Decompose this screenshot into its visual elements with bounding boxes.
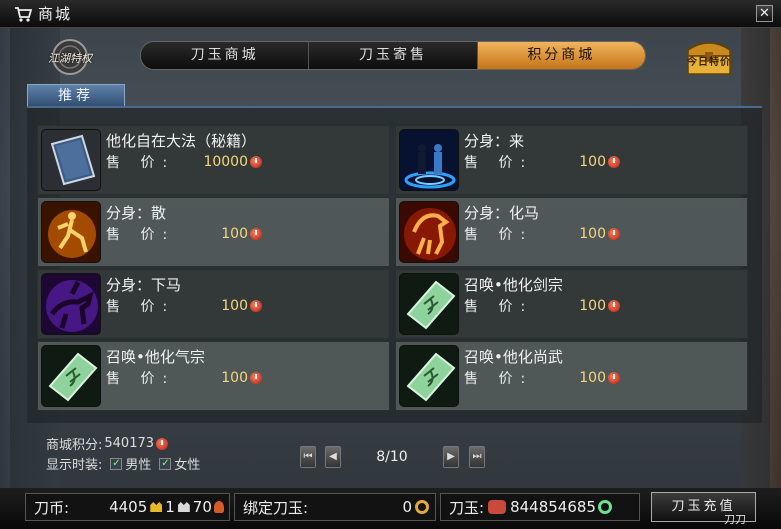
male-checkbox[interactable]: ✓ — [110, 457, 123, 470]
jade-label: 刀玉: — [449, 498, 485, 517]
clone-disperse-icon — [41, 201, 101, 263]
item-price: 100 — [221, 370, 248, 386]
item-name: 召唤•他化气宗 — [106, 348, 205, 366]
window-title: 商城 — [38, 5, 73, 23]
page-indicator: 8/10 — [376, 449, 408, 465]
recharge-ring-icon — [597, 500, 612, 514]
silver-value: 1 — [165, 498, 175, 516]
close-button[interactable]: ✕ — [756, 5, 773, 22]
shop-item[interactable]: 分身：化马 售 价: 100 — [395, 197, 748, 267]
price-label: 售 价: — [464, 371, 534, 387]
bound-jade-balance: 绑定刀玉: 0 — [234, 493, 436, 521]
coin-label: 刀币: — [34, 498, 70, 517]
price-label: 售 价: — [464, 227, 534, 243]
points-coin-icon — [608, 156, 620, 168]
points-coin-icon — [250, 300, 262, 312]
jade-balance: 刀玉: 844854685 — [440, 493, 640, 521]
item-name: 召唤•他化尚武 — [464, 348, 563, 366]
shop-points-label: 商城积分: — [46, 438, 103, 453]
dismount-icon — [41, 273, 101, 335]
bound-jade-value: 0 — [402, 498, 412, 516]
item-price: 10000 — [203, 154, 248, 170]
coin-balance: 刀币: 4405 1 70 — [25, 493, 230, 521]
bound-jade-label: 绑定刀玉: — [243, 498, 309, 517]
item-grid: 他化自在大法（秘籍） 售 价: 10000 分身：来 售 价: 100 分身：散… — [37, 125, 750, 412]
privilege-emblem[interactable]: 江湖特权 — [42, 37, 98, 81]
item-name: 分身：来 — [464, 132, 525, 150]
item-name: 分身：化马 — [464, 204, 540, 222]
clone-summon-icon — [399, 129, 459, 191]
shopping-cart-icon — [14, 6, 32, 22]
points-coin-icon — [608, 372, 620, 384]
bound-jade-icon — [415, 500, 429, 514]
tab-points-shop[interactable]: 积分商城 — [477, 42, 645, 69]
book-icon — [41, 129, 101, 191]
scroll-icon — [41, 345, 101, 407]
jade-currency-icon — [488, 500, 507, 514]
display-fashion: 显示时装: ✓ 男性 ✓ 女性 — [46, 454, 200, 473]
shop-item[interactable]: 分身：散 售 价: 100 — [37, 197, 390, 267]
item-price: 100 — [221, 226, 248, 242]
shop-item[interactable]: 分身：下马 售 价: 100 — [37, 269, 390, 339]
tab-jade-consignment[interactable]: 刀玉寄售 — [309, 42, 478, 69]
item-name: 他化自在大法（秘籍） — [106, 132, 257, 150]
scroll-icon — [399, 273, 459, 335]
first-page-button[interactable]: ⏮ — [300, 446, 316, 468]
shop-points: 商城积分: 540173 — [46, 434, 169, 453]
shop-item[interactable]: 召唤•他化尚武 售 价: 100 — [395, 341, 748, 411]
last-page-button[interactable]: ⏭ — [469, 446, 485, 468]
points-coin-icon — [608, 228, 620, 240]
price-label: 售 价: — [106, 299, 176, 315]
item-price: 100 — [579, 298, 606, 314]
pagination: ⏮ ◀ 8/10 ▶ ⏭ — [298, 446, 488, 468]
points-coin-icon — [250, 156, 262, 168]
tab-recommended[interactable]: 推荐 — [27, 84, 125, 107]
points-coin-icon — [156, 437, 169, 450]
price-label: 售 价: — [464, 299, 534, 315]
shop-item[interactable]: 召唤•他化气宗 售 价: 100 — [37, 341, 390, 411]
silver-icon — [177, 502, 190, 512]
price-label: 售 价: — [464, 155, 534, 171]
female-label: 女性 — [174, 458, 201, 473]
item-name: 召唤•他化剑宗 — [464, 276, 563, 294]
item-price: 100 — [221, 298, 248, 314]
item-price: 100 — [579, 226, 606, 242]
title-bar: 商城 ✕ — [0, 0, 781, 28]
daily-special-button[interactable]: 今日特价 — [680, 36, 738, 78]
shop-tabs: 刀玉商城 刀玉寄售 积分商城 — [140, 41, 646, 70]
emblem-label: 江湖特权 — [48, 52, 92, 65]
prev-page-button[interactable]: ◀ — [325, 446, 341, 468]
tab-jade-shop[interactable]: 刀玉商城 — [141, 42, 310, 69]
price-label: 售 价: — [106, 155, 176, 171]
female-checkbox[interactable]: ✓ — [159, 457, 172, 470]
male-label: 男性 — [125, 458, 152, 473]
price-label: 售 价: — [106, 371, 176, 387]
item-name: 分身：下马 — [106, 276, 182, 294]
scroll-icon — [399, 345, 459, 407]
gold-value: 4405 — [109, 498, 148, 516]
price-label: 售 价: — [106, 227, 176, 243]
points-coin-icon — [250, 228, 262, 240]
shop-item[interactable]: 分身：来 售 价: 100 — [395, 125, 748, 195]
points-coin-icon — [250, 372, 262, 384]
next-page-button[interactable]: ▶ — [443, 446, 459, 468]
daily-special-label: 今日特价 — [687, 57, 731, 68]
fire-horse-icon — [399, 201, 459, 263]
copper-icon — [213, 501, 224, 513]
currency-bar: 刀币: 4405 1 70 绑定刀玉: 0 刀玉: 844854685 刀玉充值 — [0, 488, 781, 529]
shop-item[interactable]: 他化自在大法（秘籍） 售 价: 10000 — [37, 125, 390, 195]
item-price: 100 — [579, 370, 606, 386]
display-fashion-label: 显示时装: — [46, 458, 103, 473]
corner-tag: 刀刀 — [724, 513, 746, 526]
gold-icon — [150, 502, 163, 512]
jade-value: 844854685 — [510, 498, 596, 516]
shop-points-value: 540173 — [104, 436, 155, 451]
copper-value: 70 — [192, 498, 212, 516]
shop-item[interactable]: 召唤•他化剑宗 售 价: 100 — [395, 269, 748, 339]
points-coin-icon — [608, 300, 620, 312]
item-name: 分身：散 — [106, 204, 167, 222]
item-price: 100 — [579, 154, 606, 170]
